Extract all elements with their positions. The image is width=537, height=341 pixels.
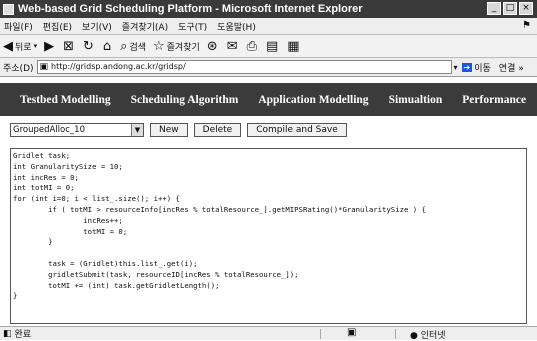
address-url: http://gridsp.andong.ac.kr/gridsp/ <box>51 62 186 71</box>
nav-application-modelling[interactable]: Application Modelling <box>258 94 368 106</box>
forward-arrow-icon: ▶ <box>44 38 55 54</box>
home-icon: ⌂ <box>102 38 112 54</box>
forward-button[interactable]: ▶ <box>44 39 56 54</box>
compile-save-button[interactable]: Compile and Save <box>247 123 347 137</box>
edit-icon: ▤ <box>266 38 279 54</box>
code-editor[interactable]: Gridlet task; int GranularitySize = 10; … <box>10 148 527 324</box>
menu-tools[interactable]: 도구(T) <box>178 20 207 33</box>
algorithm-controls: GroupedAlloc_10 ▼ New Delete Compile and… <box>10 123 347 137</box>
edit-button[interactable]: ▤ <box>266 39 280 54</box>
address-input[interactable]: ▣ http://gridsp.andong.ac.kr/gridsp/ <box>36 60 452 74</box>
stop-button[interactable]: ⊠ <box>63 39 76 54</box>
chevron-down-icon: ▼ <box>131 124 143 136</box>
discuss-icon: ▦ <box>287 38 300 54</box>
back-arrow-icon: ◀ <box>3 38 13 54</box>
ie-app-icon <box>3 3 14 15</box>
menu-bar: 파일(F) 편집(E) 보기(V) 즐겨찾기(A) 도구(T) 도움말(H) ⚑ <box>0 18 537 35</box>
menu-help[interactable]: 도움말(H) <box>217 20 256 33</box>
menu-edit[interactable]: 편집(E) <box>43 20 72 33</box>
print-button[interactable]: ⎙ <box>247 39 259 54</box>
algorithm-select[interactable]: GroupedAlloc_10 ▼ <box>10 123 144 137</box>
minimize-button[interactable]: _ <box>487 2 501 15</box>
back-label: 뒤로 <box>15 42 32 53</box>
nav-simulation[interactable]: Simualtion <box>389 94 443 106</box>
search-label: 검색 <box>129 42 146 53</box>
close-button[interactable]: × <box>519 2 533 15</box>
favorites-button[interactable]: ☆ 즐겨찾기 <box>153 39 200 54</box>
nav-testbed-modelling[interactable]: Testbed Modelling <box>20 94 111 106</box>
window-title: Web-based Grid Scheduling Platform - Mic… <box>18 3 363 15</box>
address-bar: 주소(D) ▣ http://gridsp.andong.ac.kr/grids… <box>0 58 537 77</box>
code-text: Gridlet task; int GranularitySize = 10; … <box>13 151 426 301</box>
history-icon: ⊛ <box>206 38 218 54</box>
maximize-button[interactable]: □ <box>503 2 517 15</box>
windows-flag-icon: ⚑ <box>522 20 531 31</box>
star-icon: ☆ <box>153 38 165 54</box>
delete-button[interactable]: Delete <box>193 123 242 137</box>
menu-view[interactable]: 보기(V) <box>82 20 112 33</box>
refresh-icon: ↻ <box>82 38 94 54</box>
search-button[interactable]: ⌕ 검색 <box>120 39 146 54</box>
back-dropdown-icon: ▾ <box>33 42 38 50</box>
algorithm-select-value: GroupedAlloc_10 <box>13 125 85 135</box>
go-arrow-icon: ➔ <box>461 62 473 72</box>
search-icon: ⌕ <box>120 38 128 54</box>
page-icon: ▣ <box>39 62 49 72</box>
security-zone-icon: ▣ <box>347 327 357 338</box>
links-button[interactable]: 연결 » <box>499 61 524 74</box>
refresh-button[interactable]: ↻ <box>83 39 96 54</box>
app-navigation: Testbed Modelling Scheduling Algorithm A… <box>0 83 537 116</box>
discuss-button[interactable]: ▦ <box>287 39 301 54</box>
internet-zone: ● 인터넷 <box>410 328 446 341</box>
stop-icon: ⊠ <box>63 38 74 54</box>
browser-toolbar: ◀ 뒤로 ▾ ▶ ⊠ ↻ ⌂ ⌕ 검색 ☆ 즐겨찾기 ⊛ ✉ ⎙ ▤ ▦ <box>0 35 537 58</box>
back-button[interactable]: ◀ 뒤로 ▾ <box>3 39 37 54</box>
mail-icon: ✉ <box>226 38 238 54</box>
page-status-icon: ◧ <box>3 328 12 339</box>
status-text: 완료 <box>14 330 32 340</box>
home-button[interactable]: ⌂ <box>103 39 113 54</box>
favorites-label: 즐겨찾기 <box>166 42 200 53</box>
go-button[interactable]: ➔ 이동 <box>461 61 491 74</box>
status-divider <box>320 329 321 339</box>
nav-scheduling-algorithm[interactable]: Scheduling Algorithm <box>131 94 239 106</box>
status-bar: ◧ 완료 ▣ ● 인터넷 <box>0 326 537 341</box>
menu-file[interactable]: 파일(F) <box>4 20 33 33</box>
new-button[interactable]: New <box>150 123 188 137</box>
history-button[interactable]: ⊛ <box>207 39 220 54</box>
go-label: 이동 <box>474 63 491 74</box>
menu-favorites[interactable]: 즐겨찾기(A) <box>122 20 168 33</box>
print-icon: ⎙ <box>246 38 257 54</box>
nav-performance[interactable]: Performance <box>462 94 526 106</box>
address-label: 주소(D) <box>3 63 34 74</box>
window-title-bar: Web-based Grid Scheduling Platform - Mic… <box>0 0 537 18</box>
address-dropdown-icon[interactable]: ▾ <box>454 63 458 72</box>
mail-button[interactable]: ✉ <box>227 39 240 54</box>
status-divider <box>395 329 396 339</box>
